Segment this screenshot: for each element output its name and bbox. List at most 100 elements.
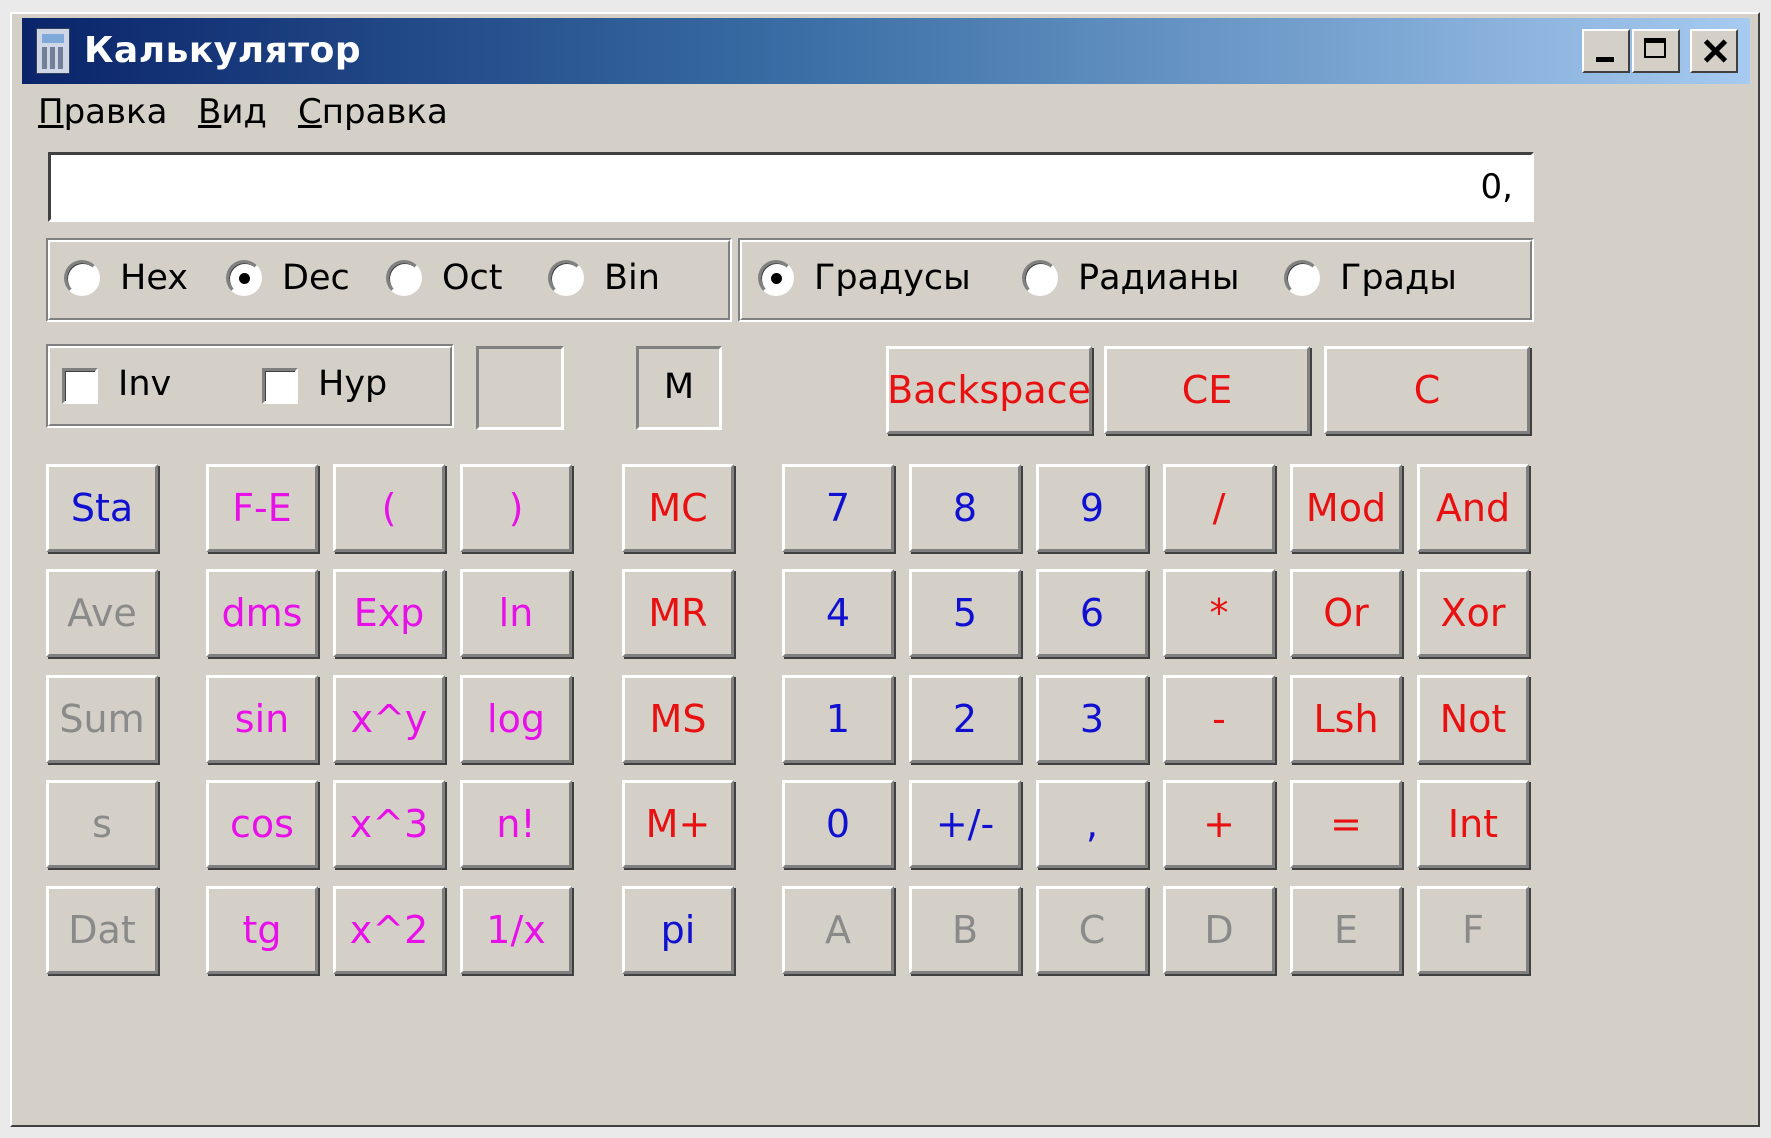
menu-help-access-key: С	[298, 92, 322, 132]
radio-grads-circle	[1284, 260, 1320, 296]
key-button[interactable]: 6	[1036, 569, 1148, 657]
key-button[interactable]: Or	[1290, 569, 1402, 657]
key-button[interactable]: n!	[460, 780, 572, 868]
key-button[interactable]: Not	[1417, 675, 1529, 763]
key-button[interactable]: 5	[909, 569, 1021, 657]
menu-help[interactable]: Справка	[298, 92, 448, 132]
title-bar[interactable]: Калькулятор	[22, 18, 1750, 84]
radio-oct-label: Oct	[442, 258, 503, 298]
menu-view-access-key: В	[198, 92, 222, 132]
key-button[interactable]: MC	[622, 464, 734, 552]
backspace-button[interactable]: Backspace	[886, 346, 1092, 434]
radio-hex-circle	[64, 260, 100, 296]
menu-edit-access-key: П	[38, 92, 64, 132]
key-button[interactable]: ln	[460, 569, 572, 657]
key-button[interactable]: 2	[909, 675, 1021, 763]
memory-indicator-label: M	[663, 367, 695, 407]
key-button[interactable]: And	[1417, 464, 1529, 552]
key-button[interactable]: Xor	[1417, 569, 1529, 657]
clear-entry-button[interactable]: CE	[1104, 346, 1310, 434]
key-button[interactable]: 0	[782, 780, 894, 868]
radio-radians-circle	[1022, 260, 1058, 296]
radio-bin-circle	[548, 260, 584, 296]
key-button[interactable]: 7	[782, 464, 894, 552]
key-button[interactable]: x^3	[333, 780, 445, 868]
key-button[interactable]: F-E	[206, 464, 318, 552]
key-button[interactable]: +	[1163, 780, 1275, 868]
key-button[interactable]: log	[460, 675, 572, 763]
parenthesis-indicator	[476, 346, 564, 430]
number-base-group: Hex Dec Oct Bin	[46, 238, 732, 322]
radio-oct-circle	[386, 260, 422, 296]
menu-view[interactable]: Вид	[198, 92, 267, 132]
checkbox-inv-box	[62, 368, 98, 404]
result-display[interactable]: 0,	[48, 152, 1534, 222]
key-button[interactable]: M+	[622, 780, 734, 868]
key-button: Dat	[46, 886, 158, 974]
key-button: C	[1036, 886, 1148, 974]
checkbox-inv-label: Inv	[118, 364, 172, 404]
key-button: F	[1417, 886, 1529, 974]
radio-grads-label: Грады	[1340, 258, 1457, 298]
maximize-button[interactable]	[1632, 29, 1680, 73]
clear-button[interactable]: C	[1324, 346, 1530, 434]
key-button: Ave	[46, 569, 158, 657]
checkbox-hyp-box	[262, 368, 298, 404]
key-button[interactable]: (	[333, 464, 445, 552]
calculator-icon	[36, 28, 70, 74]
radio-hex-label: Hex	[120, 258, 188, 298]
key-button[interactable]: cos	[206, 780, 318, 868]
close-button[interactable]	[1690, 29, 1738, 73]
key-button[interactable]: Mod	[1290, 464, 1402, 552]
key-button[interactable]: sin	[206, 675, 318, 763]
key-button[interactable]: x^y	[333, 675, 445, 763]
angle-unit-group: Градусы Радианы Грады	[738, 238, 1534, 322]
key-button[interactable]: =	[1290, 780, 1402, 868]
menu-edit-label: равка	[63, 92, 168, 132]
calculator-window: Калькулятор Правка Вид Справка 0, Hex De…	[10, 12, 1760, 1127]
key-button: s	[46, 780, 158, 868]
radio-radians-label: Радианы	[1078, 258, 1240, 298]
menu-edit[interactable]: Правка	[38, 92, 167, 132]
modifier-group: Inv Hyp	[46, 344, 454, 428]
radio-dec-label: Dec	[282, 258, 350, 298]
key-button: B	[909, 886, 1021, 974]
checkbox-hyp-label: Hyp	[318, 364, 388, 404]
key-button: E	[1290, 886, 1402, 974]
key-button: A	[782, 886, 894, 974]
memory-indicator: M	[636, 346, 722, 430]
key-button: Sum	[46, 675, 158, 763]
key-button[interactable]: )	[460, 464, 572, 552]
key-button[interactable]: 3	[1036, 675, 1148, 763]
window-title: Калькулятор	[84, 30, 362, 71]
minimize-button[interactable]	[1582, 29, 1630, 73]
key-button[interactable]: +/-	[909, 780, 1021, 868]
display-value: 0,	[1480, 167, 1513, 207]
key-button[interactable]: x^2	[333, 886, 445, 974]
key-button[interactable]: 1/x	[460, 886, 572, 974]
key-button[interactable]: ,	[1036, 780, 1148, 868]
key-button[interactable]: MS	[622, 675, 734, 763]
key-button[interactable]: 8	[909, 464, 1021, 552]
key-button[interactable]: MR	[622, 569, 734, 657]
radio-degrees-circle	[758, 260, 794, 296]
key-button[interactable]: *	[1163, 569, 1275, 657]
radio-dec-circle	[226, 260, 262, 296]
key-button[interactable]: tg	[206, 886, 318, 974]
key-button[interactable]: dms	[206, 569, 318, 657]
menu-view-label: ид	[221, 92, 267, 132]
key-button[interactable]: 4	[782, 569, 894, 657]
key-button[interactable]: 1	[782, 675, 894, 763]
radio-bin-label: Bin	[604, 258, 660, 298]
key-button[interactable]: /	[1163, 464, 1275, 552]
key-button[interactable]: Sta	[46, 464, 158, 552]
key-button[interactable]: pi	[622, 886, 734, 974]
key-button[interactable]: Exp	[333, 569, 445, 657]
key-button[interactable]: 9	[1036, 464, 1148, 552]
key-button[interactable]: Lsh	[1290, 675, 1402, 763]
key-button: D	[1163, 886, 1275, 974]
radio-degrees-label: Градусы	[814, 258, 971, 298]
key-button[interactable]: -	[1163, 675, 1275, 763]
key-button[interactable]: Int	[1417, 780, 1529, 868]
menu-help-label: правка	[321, 92, 448, 132]
